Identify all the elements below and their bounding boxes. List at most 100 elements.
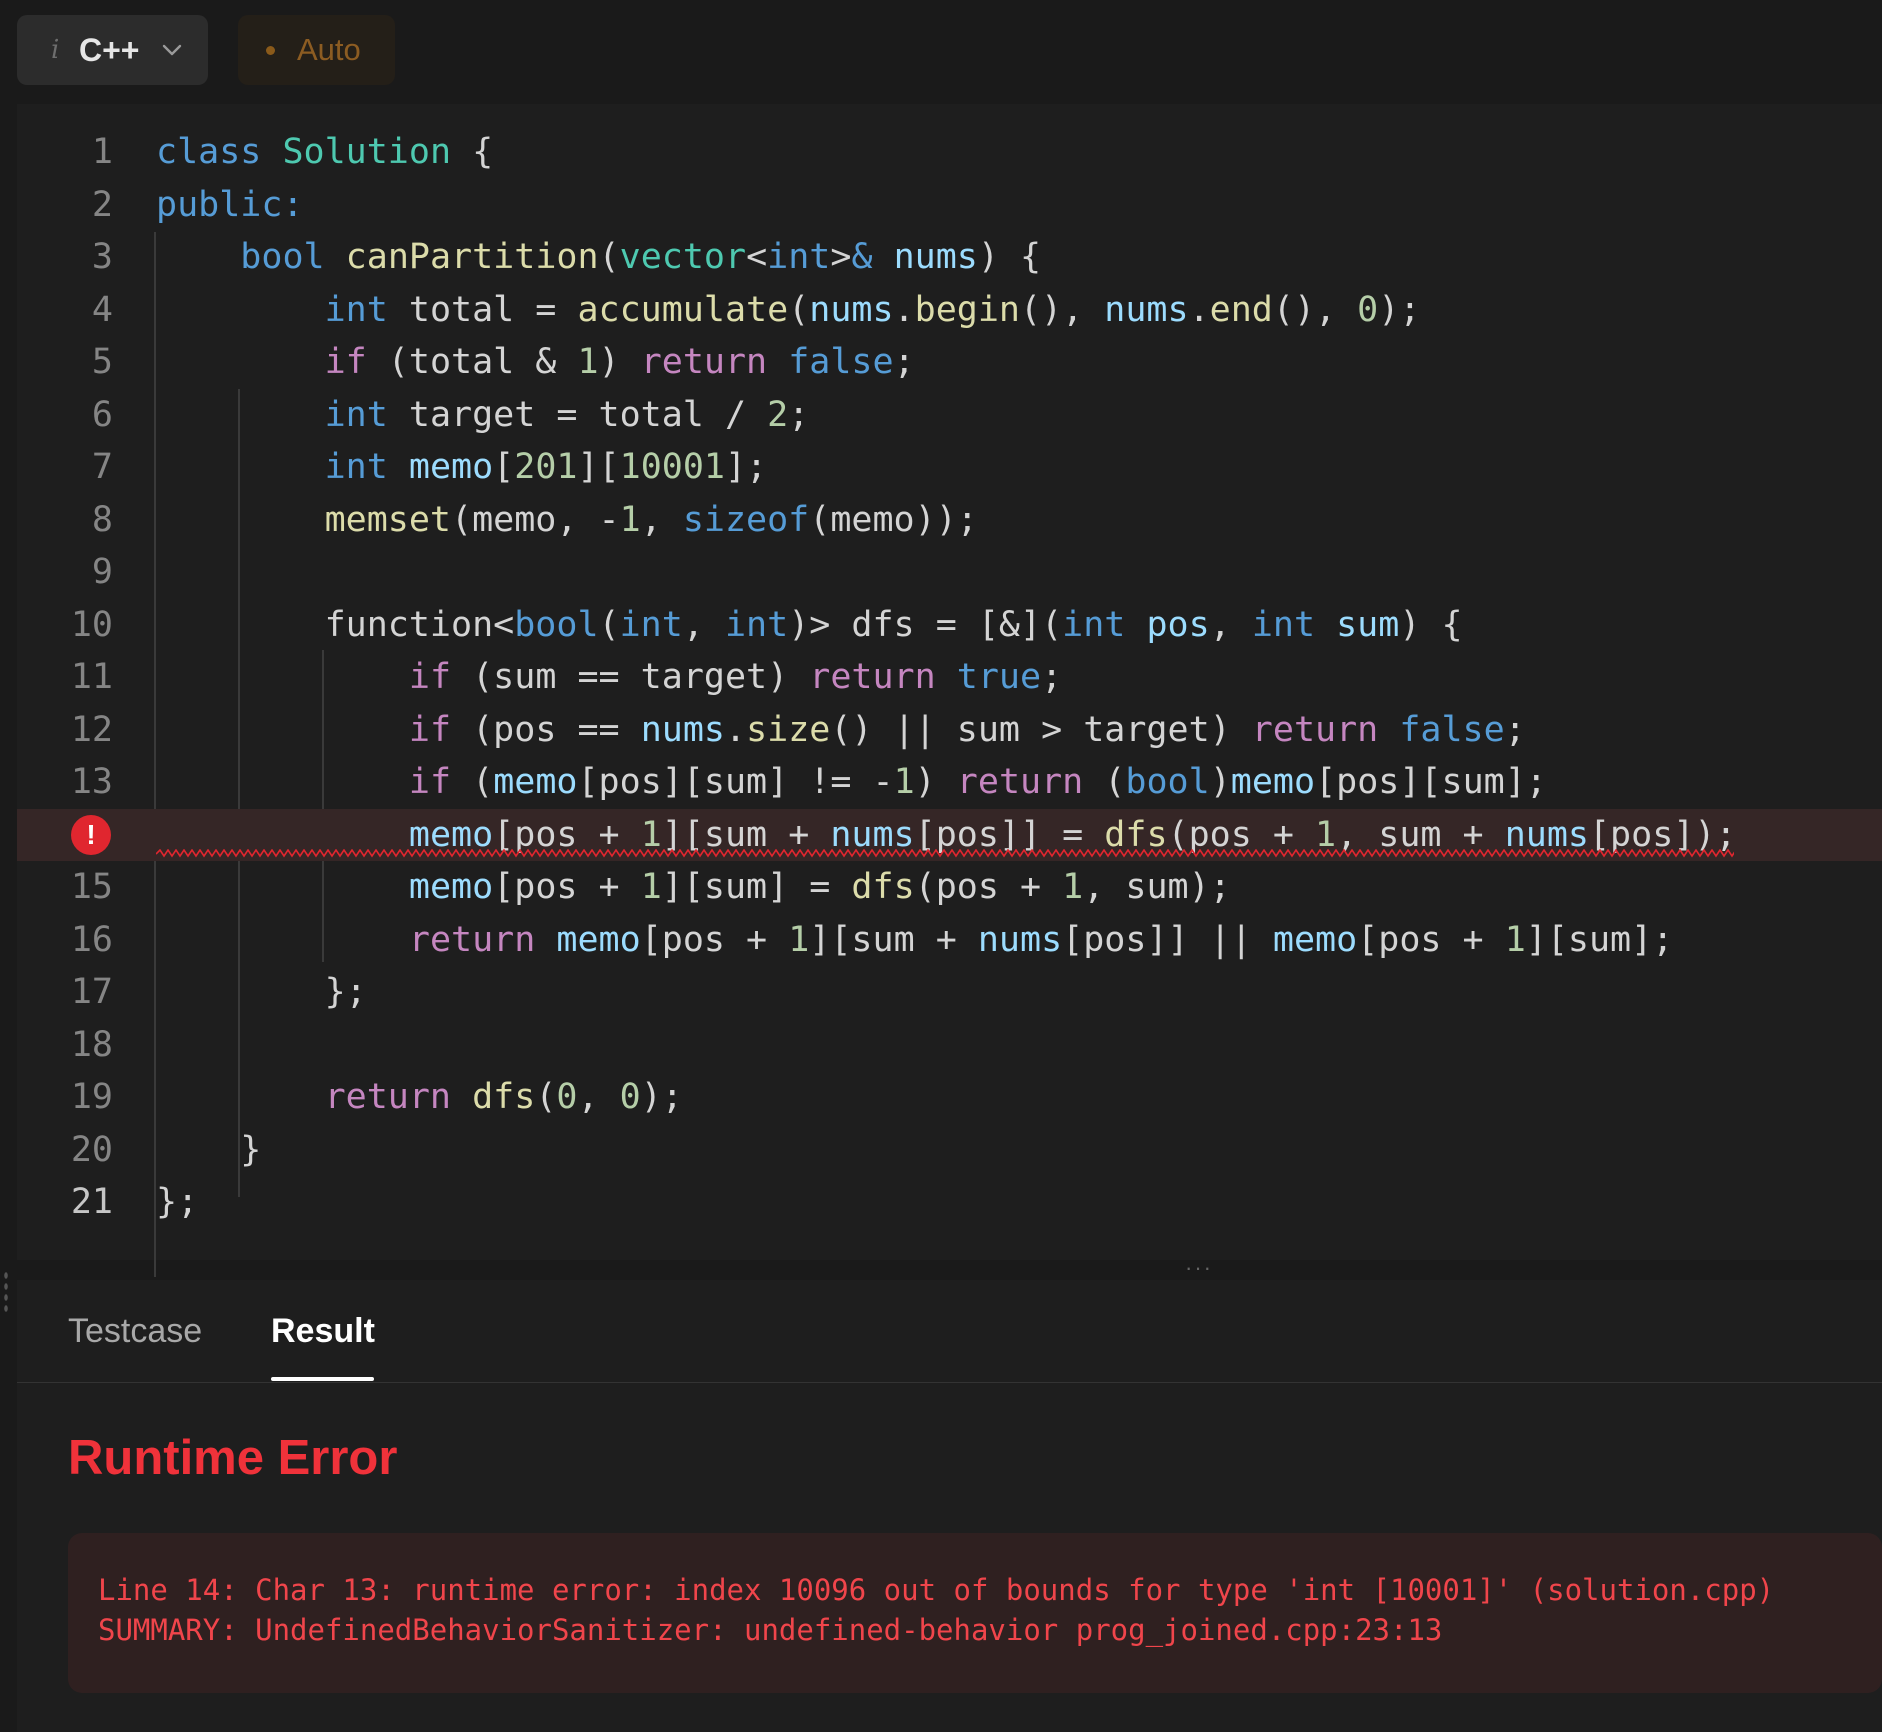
- line-number: 19: [70, 1077, 113, 1117]
- auto-save-button[interactable]: Auto: [238, 15, 395, 85]
- code-text: class Solution {: [156, 126, 493, 178]
- code-line[interactable]: 4 int total = accumulate(nums.begin(), n…: [17, 284, 1882, 336]
- code-token: nums: [977, 919, 1063, 960]
- code-token: 1: [788, 919, 810, 960]
- code-token: (: [451, 762, 494, 802]
- code-token: return: [640, 342, 768, 382]
- code-text: public:: [156, 179, 304, 231]
- code-token: 1: [1504, 919, 1526, 960]
- code-token: ,: [640, 499, 683, 540]
- code-token: >: [830, 237, 852, 277]
- code-token: true: [956, 657, 1042, 697]
- code-token: (pos +: [914, 867, 1063, 907]
- code-token: if: [324, 342, 367, 382]
- code-editor[interactable]: 1 class Solution {2 public: 3 bool canParti…: [17, 104, 1882, 1277]
- tab-testcase[interactable]: Testcase: [68, 1312, 202, 1351]
- code-token: );: [640, 1077, 683, 1117]
- code-line[interactable]: 16 return memo[pos + 1][sum + nums[pos]]…: [17, 914, 1882, 966]
- code-line[interactable]: 10 function<bool(int, int)> dfs = [&](in…: [17, 599, 1882, 651]
- code-token: if: [408, 657, 452, 697]
- code-token: (total &: [366, 342, 578, 382]
- code-token: int: [767, 237, 831, 277]
- code-token: [pos +: [493, 867, 641, 907]
- code-token: [pos +: [1357, 919, 1505, 960]
- code-text: return dfs(0, 0);: [156, 1071, 683, 1123]
- info-icon: i: [51, 35, 60, 65]
- code-token: 0: [556, 1077, 578, 1117]
- code-token: ][sum] =: [661, 867, 852, 907]
- line-number: 1: [91, 132, 113, 172]
- code-line[interactable]: 5 if (total & 1) return false;: [17, 336, 1882, 388]
- code-line[interactable]: 3 bool canPartition(vector<int>& nums) {: [17, 231, 1882, 283]
- code-line[interactable]: 20 }: [17, 1124, 1882, 1176]
- code-token: (sum == target): [451, 657, 810, 697]
- code-token: return: [324, 1077, 452, 1117]
- code-token: () || sum > target): [830, 709, 1252, 750]
- code-token: return: [809, 657, 936, 697]
- code-token: );: [1378, 289, 1421, 330]
- code-line[interactable]: 15 memo[pos + 1][sum] = dfs(pos + 1, sum…: [17, 861, 1882, 913]
- code-token: vector: [619, 237, 747, 277]
- code-token: bool: [1125, 762, 1210, 802]
- code-token: .: [1188, 289, 1210, 330]
- code-token: memo: [408, 447, 494, 487]
- code-token: end: [1209, 289, 1273, 330]
- tab-result[interactable]: Result: [271, 1312, 375, 1351]
- code-line[interactable]: 11 if (sum == target) return true;: [17, 651, 1882, 703]
- code-line[interactable]: 19 return dfs(0, 0);: [17, 1071, 1882, 1123]
- language-selector[interactable]: i C++: [17, 15, 208, 85]
- code-token: (: [535, 1077, 557, 1117]
- error-marker-icon[interactable]: !: [71, 814, 111, 855]
- code-token: class: [156, 132, 262, 172]
- code-token: (: [788, 289, 810, 330]
- code-token: 1: [893, 762, 915, 802]
- code-line[interactable]: 1 class Solution {: [17, 126, 1882, 178]
- code-text: if (memo[pos][sum] != -1) return (bool)m…: [156, 756, 1547, 808]
- chevron-down-icon: [163, 44, 182, 56]
- code-line[interactable]: 18: [17, 1019, 1882, 1071]
- code-line[interactable]: 21};: [17, 1176, 1882, 1228]
- code-token: ): [1209, 762, 1231, 802]
- code-line[interactable]: 13 if (memo[pos][sum] != -1) return (boo…: [17, 756, 1882, 808]
- code-line[interactable]: 9: [17, 546, 1882, 598]
- code-token: (),: [1019, 289, 1105, 330]
- code-token: int: [324, 289, 388, 330]
- panel-resize-handle[interactable]: ···: [1185, 1257, 1213, 1279]
- code-token: if: [408, 709, 452, 750]
- code-line[interactable]: 8 memset(memo, -1, sizeof(memo));: [17, 494, 1882, 546]
- code-line[interactable]: 2 public:: [17, 179, 1882, 231]
- code-token: ];: [724, 447, 768, 487]
- code-token: ;: [893, 342, 915, 382]
- code-line[interactable]: ! memo[pos + 1][sum + nums[pos]] = dfs(p…: [17, 808, 1882, 861]
- code-token: ) {: [977, 237, 1042, 277]
- code-token: memo: [408, 867, 494, 907]
- code-text: memo[pos + 1][sum] = dfs(pos + 1, sum);: [156, 861, 1231, 913]
- code-line[interactable]: 6 int target = total / 2;: [17, 389, 1882, 441]
- code-token: <: [746, 237, 768, 277]
- status-dot-icon: [266, 45, 275, 55]
- code-token: ,: [577, 1077, 620, 1117]
- code-token: 10001: [619, 447, 725, 487]
- code-line[interactable]: 12 if (pos == nums.size() || sum > targe…: [17, 704, 1882, 756]
- code-token: ;: [1504, 709, 1526, 750]
- line-number: 5: [91, 342, 113, 382]
- result-panel: Testcase Result Runtime Error Line 14: C…: [17, 1280, 1882, 1732]
- code-text: int target = total / 2;: [156, 389, 810, 441]
- code-line[interactable]: 17 };: [17, 966, 1882, 1018]
- code-text: int total = accumulate(nums.begin(), num…: [156, 284, 1421, 336]
- code-token: .: [724, 709, 747, 750]
- line-number: 12: [70, 709, 113, 750]
- code-token: return: [1251, 709, 1379, 750]
- code-token: ,: [682, 604, 725, 645]
- code-token: 0: [1357, 289, 1379, 330]
- code-token: ;: [788, 394, 810, 435]
- code-token: };: [156, 972, 367, 1012]
- code-token: memo: [493, 762, 578, 802]
- line-number: 7: [91, 447, 113, 487]
- code-line[interactable]: 7 int memo[201][10001];: [17, 441, 1882, 493]
- error-output: Line 14: Char 13: runtime error: index 1…: [68, 1533, 1882, 1693]
- side-resize-grip[interactable]: [3, 1270, 9, 1314]
